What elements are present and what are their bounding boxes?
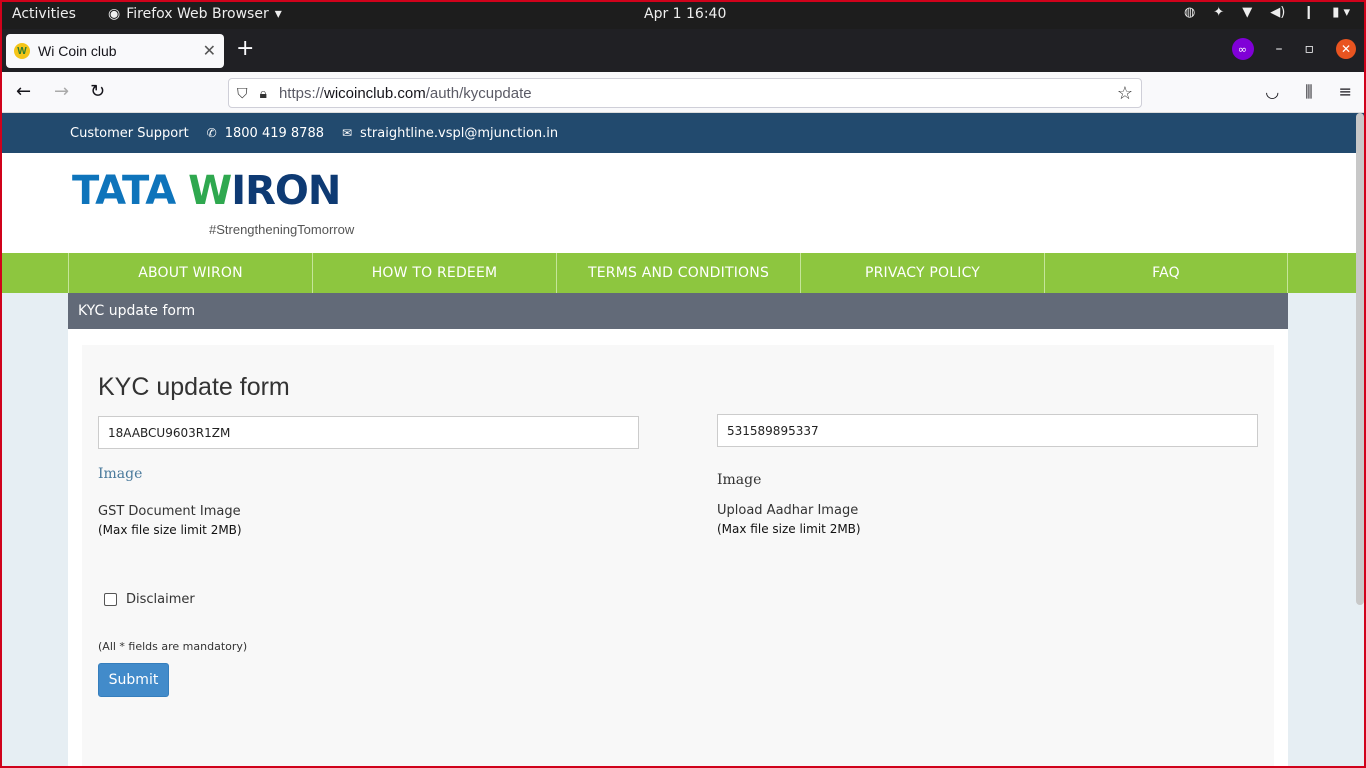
url-host: wicoinclub.com [323,84,426,102]
volume-icon[interactable]: ◀) [1270,5,1285,20]
clock[interactable]: Apr 1 16:40 [644,6,726,22]
navigation-toolbar: ← → ↻ ⛉ 🔒︎ https://wicoinclub.com/auth/k… [2,72,1364,113]
content-container: KYC update form KYC update form 18AABCU9… [68,293,1288,766]
library-icon[interactable]: ⫼ [1305,82,1312,102]
logo-iron: IRON [231,168,341,214]
tab-title: Wi Coin club [38,43,117,59]
gst-size-limit: (Max file size limit 2MB) [98,523,242,537]
support-email-text: straightline.vspl@mjunction.in [360,125,559,141]
main-nav: ABOUT WIRON HOW TO REDEEM TERMS AND COND… [2,253,1364,293]
window-controls: ∞ – ▫ ✕ [1231,38,1356,60]
restore-button[interactable]: ▫ [1305,41,1315,57]
chrome-icon[interactable]: ◍ [1184,5,1195,20]
system-top-bar: Activities ◉ Firefox Web Browser ▾ Apr 1… [2,2,1364,29]
aadhar-image-upload[interactable]: Upload Aadhar Image [717,503,858,518]
aadhar-size-limit: (Max file size limit 2MB) [717,522,861,536]
page-scrollbar[interactable] [1356,113,1364,605]
nav-about-wiron[interactable]: ABOUT WIRON [68,253,312,293]
app-menu[interactable]: ◉ Firefox Web Browser ▾ [108,6,282,22]
hamburger-menu-icon[interactable]: ≡ [1339,82,1352,102]
web-page: Customer Support ✆ 1800 419 8788 ✉ strai… [2,113,1364,766]
submit-button[interactable]: Submit [98,663,169,697]
new-tab-button[interactable]: + [236,36,254,61]
disclaimer-label[interactable]: Disclaimer [126,592,195,607]
nav-terms-and-conditions[interactable]: TERMS AND CONDITIONS [556,253,800,293]
system-tray[interactable]: ◍ ✦ ▼ ◀) ❙ ▮ ▾ [1184,5,1350,20]
disclaimer-checkbox-row[interactable]: Disclaimer [104,592,195,607]
envelope-icon: ✉ [341,126,353,140]
close-window-button[interactable]: ✕ [1336,39,1356,59]
nav-faq[interactable]: FAQ [1044,253,1288,293]
teams-icon[interactable]: ✦ [1213,5,1224,20]
gst-document-upload[interactable]: GST Document Image [98,504,241,519]
bookmark-star-icon[interactable]: ☆ [1117,83,1133,104]
brand-header: TATA WIRON #StrengtheningTomorrow [2,153,1364,253]
logo-w: W [188,168,232,214]
wifi-icon[interactable]: ▼ [1242,5,1252,20]
forward-button[interactable]: → [54,81,69,102]
phone-icon: ✆ [206,126,217,140]
lock-icon[interactable]: 🔒︎ [260,85,267,102]
nav-how-to-redeem[interactable]: HOW TO REDEEM [312,253,556,293]
microphone-icon[interactable]: ❙ [1303,5,1314,20]
gst-image-label: Image [98,466,143,482]
reload-button[interactable]: ↻ [90,81,105,102]
chevron-down-icon: ▾ [274,6,282,22]
url-bar[interactable]: ⛉ 🔒︎ https://wicoinclub.com/auth/kycupda… [228,78,1142,108]
tab-wicoin[interactable]: W Wi Coin club ✕ [6,34,224,68]
support-label: Customer Support [70,125,189,141]
form-title: KYC update form [98,373,290,401]
pocket-icon[interactable]: ◡ [1265,82,1279,102]
firefox-icon: ◉ [108,6,121,22]
site-favicon-icon: W [14,43,30,59]
support-phone-text: 1800 419 8788 [224,125,324,141]
mandatory-note: (All * fields are mandatory) [98,640,248,653]
nav-privacy-policy[interactable]: PRIVACY POLICY [800,253,1044,293]
private-browsing-icon: ∞ [1231,38,1254,60]
support-email[interactable]: ✉ straightline.vspl@mjunction.in [342,126,558,141]
logo-tagline: #StrengtheningTomorrow [209,222,355,237]
logo-tata: TATA [72,168,176,214]
shield-icon[interactable]: ⛉ [237,85,248,102]
close-tab-icon[interactable]: ✕ [203,41,216,61]
aadhar-image-label: Image [717,472,762,488]
url-path: /auth/kycupdate [425,84,532,102]
gst-number-input[interactable]: 18AABCU9603R1ZM [98,416,639,449]
disclaimer-checkbox[interactable] [104,593,117,606]
screen: Activities ◉ Firefox Web Browser ▾ Apr 1… [0,0,1366,768]
app-menu-label: Firefox Web Browser [126,6,269,22]
aadhar-number-input[interactable]: 531589895337 [717,414,1258,447]
back-button[interactable]: ← [16,81,31,102]
tata-wiron-logo[interactable]: TATA WIRON [72,168,341,214]
battery-icon[interactable]: ▮ ▾ [1332,5,1350,20]
activities-button[interactable]: Activities [12,6,76,22]
support-bar: Customer Support ✆ 1800 419 8788 ✉ strai… [2,113,1364,153]
kyc-form: KYC update form 18AABCU9603R1ZM 53158989… [82,345,1274,766]
toolbar-right: ◡ ⫼ ≡ [1265,82,1352,102]
support-phone[interactable]: ✆ 1800 419 8788 [207,126,324,141]
url-scheme: https:// [278,84,324,102]
tab-bar: W Wi Coin club ✕ + ∞ – ▫ ✕ [2,29,1364,72]
breadcrumb: KYC update form [68,293,1288,329]
minimize-button[interactable]: – [1276,41,1283,57]
